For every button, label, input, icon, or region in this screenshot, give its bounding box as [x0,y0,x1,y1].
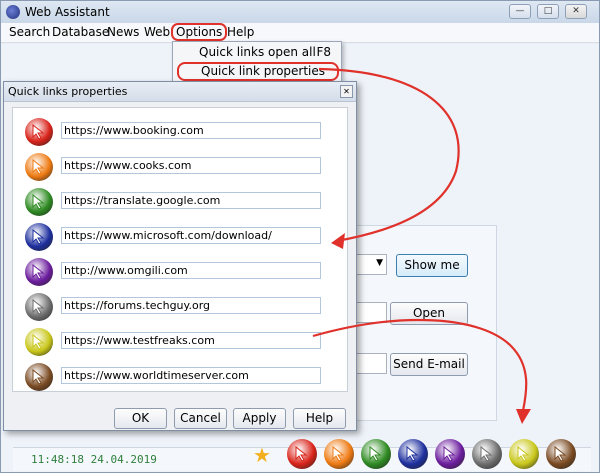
link-url-field[interactable]: https://www.worldtimeserver.com [61,367,321,384]
menu-news[interactable]: News [105,25,141,39]
cancel-button[interactable]: Cancel [174,408,227,429]
dialog-close-button[interactable]: ✕ [340,85,353,98]
menu-help[interactable]: Help [225,25,256,39]
link-url-field[interactable]: https://forums.techguy.org [61,297,321,314]
apply-button[interactable]: Apply [233,408,286,429]
dialog-title-bar: Quick links properties ✕ [4,82,356,102]
link-cursor-icon[interactable] [25,153,53,181]
search-select[interactable]: ▼ [353,254,387,275]
link-row: https://www.testfreaks.com [25,328,337,358]
link-url-field[interactable]: https://www.microsoft.com/download/ [61,227,321,244]
url-input[interactable] [353,302,387,323]
close-button[interactable]: ✕ [565,4,587,19]
link-row: https://translate.google.com [25,188,337,218]
quick-link-icon[interactable] [509,439,539,469]
title-bar: Web Assistant — □ ✕ [1,1,599,23]
link-url-field[interactable]: https://www.booking.com [61,122,321,139]
quick-link-icon[interactable] [361,439,391,469]
quick-link-icon[interactable] [546,439,576,469]
link-url-field[interactable]: https://translate.google.com [61,192,321,209]
minimize-button[interactable]: — [509,4,531,19]
link-row: http://www.omgili.com [25,258,337,288]
menu-options[interactable]: Options [171,23,228,41]
app-logo-icon [6,5,20,19]
ok-button[interactable]: OK [114,408,167,429]
shortcut-label: F8 [316,45,331,59]
link-row: https://www.microsoft.com/download/ [25,223,337,253]
clock-readout: 11:48:18 24.04.2019 [31,453,157,466]
link-row: https://www.worldtimeserver.com [25,363,337,393]
menu-bar: Search Database News Web Options Help [1,23,599,43]
menu-web[interactable]: Web [142,25,172,39]
quick-links-bar: ★ [251,435,591,473]
menu-item-quick-link-properties[interactable]: Quick link properties [177,62,339,81]
show-me-button[interactable]: Show me [396,254,468,277]
link-url-field[interactable]: http://www.omgili.com [61,262,321,279]
menu-item-open-all[interactable]: Quick links open all F8 [177,43,339,62]
email-input[interactable] [353,353,387,374]
help-button[interactable]: Help [293,408,346,429]
link-cursor-icon[interactable] [25,293,53,321]
maximize-button[interactable]: □ [537,4,559,19]
chevron-down-icon: ▼ [376,258,383,268]
main-window: Web Assistant — □ ✕ Search Database News… [0,0,600,473]
quick-link-icon[interactable] [472,439,502,469]
link-cursor-icon[interactable] [25,363,53,391]
quick-link-icon[interactable] [435,439,465,469]
links-list: https://www.booking.com https://www.cooks… [12,107,348,392]
link-row: https://forums.techguy.org [25,293,337,323]
open-button[interactable]: Open [390,302,468,325]
quick-link-icon[interactable] [398,439,428,469]
quick-link-icon[interactable] [287,439,317,469]
link-url-field[interactable]: https://www.cooks.com [61,157,321,174]
options-dropdown-menu: Quick links open all F8 Quick link prope… [172,41,342,83]
link-cursor-icon[interactable] [25,258,53,286]
link-cursor-icon[interactable] [25,118,53,146]
quick-links-properties-dialog: Quick links properties ✕ https://www.boo… [3,81,357,431]
link-cursor-icon[interactable] [25,328,53,356]
link-cursor-icon[interactable] [25,223,53,251]
link-row: https://www.booking.com [25,118,337,148]
window-title: Web Assistant [25,5,110,19]
link-url-field[interactable]: https://www.testfreaks.com [61,332,321,349]
favorites-star-icon[interactable]: ★ [253,443,271,467]
link-row: https://www.cooks.com [25,153,337,183]
dialog-title: Quick links properties [8,85,128,98]
link-cursor-icon[interactable] [25,188,53,216]
quick-link-icon[interactable] [324,439,354,469]
menu-search[interactable]: Search [7,25,52,39]
menu-database[interactable]: Database [50,25,111,39]
send-email-button[interactable]: Send E-mail [390,353,468,376]
